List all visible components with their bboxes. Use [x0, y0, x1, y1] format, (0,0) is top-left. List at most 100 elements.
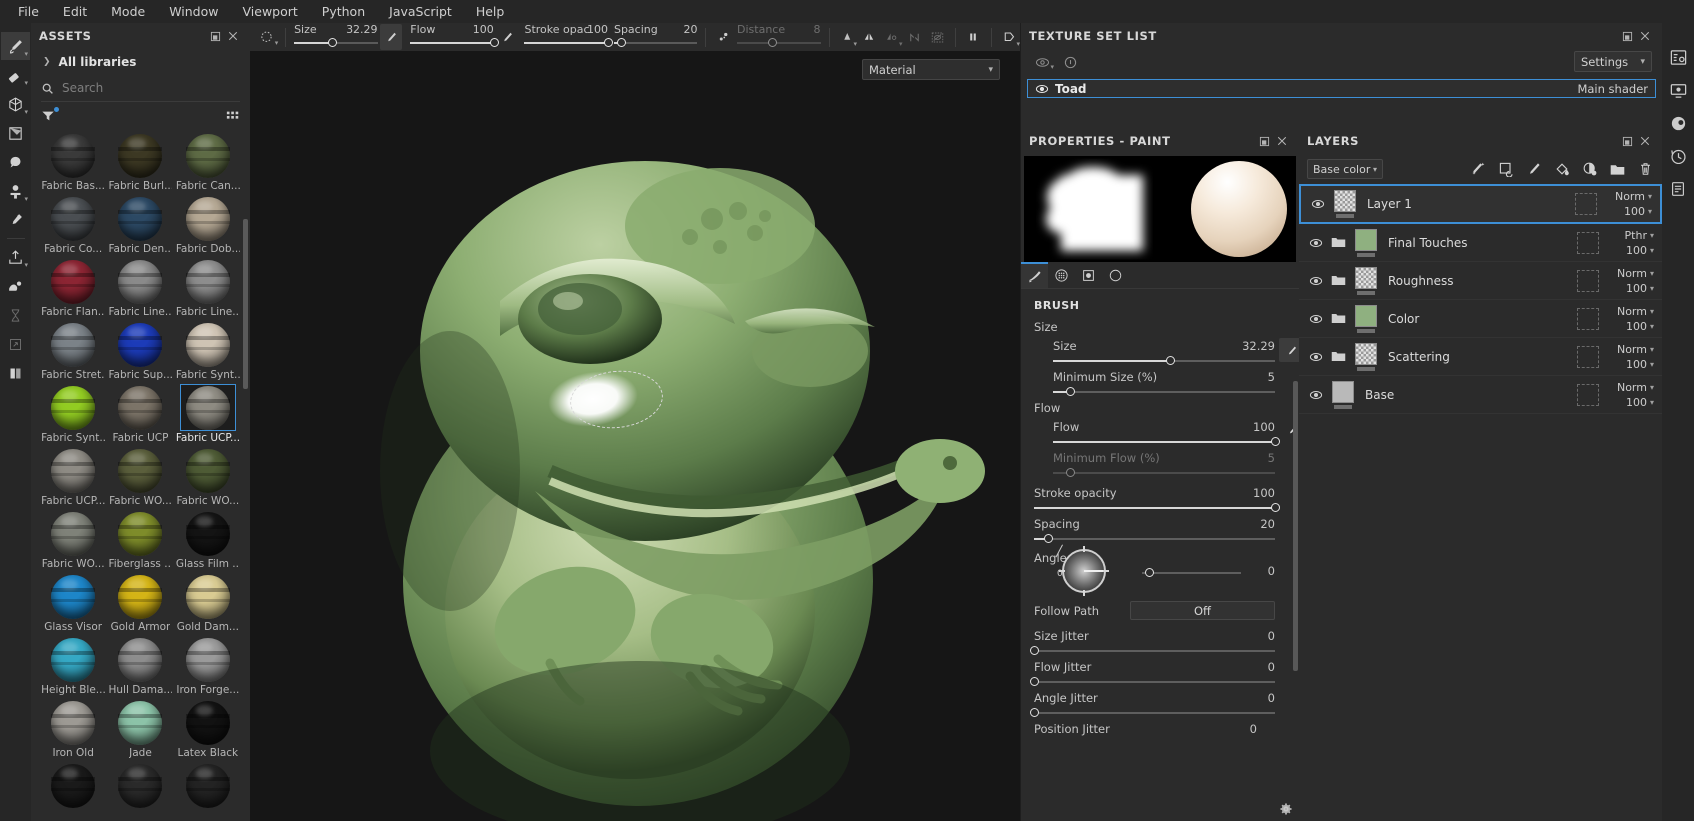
asset-item[interactable]: Hull Dama... — [108, 636, 172, 697]
viewport-3d[interactable]: Material ▾ — [250, 51, 1020, 821]
menu-item-python[interactable]: Python — [310, 1, 377, 22]
angle-dial[interactable]: 0 — [1055, 544, 1109, 596]
asset-item[interactable]: Fabric Line... — [176, 258, 240, 319]
add-adjustment-button[interactable] — [1581, 160, 1598, 178]
prop-minimum-flow-row[interactable]: Minimum Flow (%) 5 — [1021, 448, 1297, 479]
prop-flow-row[interactable]: Flow 100 — [1021, 417, 1298, 448]
clone-tool[interactable]: ▾ — [1, 177, 30, 205]
layer-blend-mode[interactable]: Norm ▾ — [1617, 305, 1654, 318]
maximize-icon[interactable] — [1255, 132, 1273, 150]
display-settings-button[interactable] — [1664, 78, 1692, 102]
layer-mask-slot[interactable] — [1577, 307, 1599, 330]
texture-set-settings-dropdown[interactable]: Settings ▾ — [1574, 51, 1652, 72]
toolbar-size-slider[interactable]: Size 32.29 — [292, 23, 379, 51]
timer-tool[interactable] — [1, 301, 30, 329]
prop-minimum-size-row[interactable]: Minimum Size (%) 5 — [1021, 367, 1297, 398]
gear-icon[interactable] — [1279, 802, 1293, 819]
tab-alpha[interactable] — [1102, 262, 1129, 288]
asset-item[interactable]: Gold Dam... — [176, 573, 240, 634]
menu-item-window[interactable]: Window — [157, 1, 230, 22]
layer-blend-mode[interactable]: Norm ▾ — [1615, 190, 1652, 203]
uv-projection-button[interactable] — [904, 24, 927, 50]
filter-icon[interactable] — [41, 107, 59, 123]
add-effect-button[interactable] — [1469, 160, 1486, 178]
layer-visibility-toggle[interactable] — [1309, 276, 1323, 286]
follow-path-toggle[interactable]: Off — [1130, 601, 1275, 620]
maximize-icon[interactable] — [1618, 27, 1636, 45]
prop-follow-path-row[interactable]: Follow Path Off — [1021, 595, 1297, 626]
properties-scroll-area[interactable]: BRUSH Size Size 32.29 Minimum Size (%) 5… — [1021, 289, 1299, 821]
toolbar-spacing-slider[interactable]: Spacing 20 — [612, 23, 699, 51]
layer-blend-mode[interactable]: Pthr ▾ — [1625, 229, 1654, 242]
asset-item[interactable]: Fiberglass ... — [108, 510, 172, 571]
menu-item-file[interactable]: File — [6, 1, 51, 22]
log-button[interactable] — [1664, 177, 1692, 201]
layer-row[interactable]: Base Norm ▾ 100 ▾ — [1299, 376, 1662, 414]
eye-icon[interactable] — [1035, 84, 1049, 94]
properties-scrollbar[interactable] — [1293, 381, 1298, 671]
toolbar-stroke-opacity-slider[interactable]: Stroke opac 100 — [522, 23, 613, 51]
layer-opacity[interactable]: 100 ▾ — [1624, 205, 1652, 218]
scatter-dots-button[interactable] — [712, 24, 735, 50]
menu-item-edit[interactable]: Edit — [51, 1, 99, 22]
layer-row[interactable]: Color Norm ▾ 100 ▾ — [1299, 300, 1662, 338]
asset-item[interactable]: Fabric Co... — [41, 195, 105, 256]
layer-thumbnail[interactable] — [1353, 304, 1379, 333]
close-icon[interactable] — [224, 27, 242, 45]
material-mode-dropdown[interactable]: Material ▾ — [862, 59, 1000, 80]
shader-settings-button[interactable] — [1664, 111, 1692, 135]
layer-blend-mode[interactable]: Norm ▾ — [1617, 381, 1654, 394]
flow-pen-pressure-button[interactable] — [496, 24, 519, 50]
layer-blend-mode[interactable]: Norm ▾ — [1617, 267, 1654, 280]
close-icon[interactable] — [1273, 132, 1291, 150]
color-picker-tool[interactable] — [1, 206, 30, 234]
asset-item[interactable]: Latex Black — [176, 699, 240, 760]
close-icon[interactable] — [1636, 132, 1654, 150]
layer-row[interactable]: Final Touches Pthr ▾ 100 ▾ — [1299, 224, 1662, 262]
layer-mask-slot[interactable] — [1575, 193, 1597, 215]
close-icon[interactable] — [1636, 27, 1654, 45]
asset-item[interactable]: Fabric Flan... — [41, 258, 105, 319]
layer-visibility-toggle[interactable] — [1311, 199, 1325, 209]
prop-size-row[interactable]: Size 32.29 — [1021, 336, 1299, 367]
symmetry-button[interactable] — [858, 24, 881, 50]
texture-set-settings-button[interactable] — [1664, 45, 1692, 69]
folder-icon[interactable] — [1330, 236, 1346, 249]
prop-angle-row[interactable]: 0 0 — [1021, 544, 1297, 596]
layer-thumbnail[interactable] — [1332, 190, 1358, 218]
asset-item[interactable]: Gold Armor — [108, 573, 172, 634]
delete-layer-button[interactable] — [1637, 160, 1654, 178]
add-mask-button[interactable] — [1497, 160, 1514, 178]
paint-brush-tool[interactable]: ▾ — [1, 32, 30, 60]
prop-stroke-opacity-row[interactable]: Stroke opacity 100 — [1021, 483, 1297, 514]
history-button[interactable] — [1664, 144, 1692, 168]
maximize-icon[interactable] — [206, 27, 224, 45]
asset-item[interactable]: Fabric Bas... — [41, 132, 105, 193]
add-folder-button[interactable] — [1609, 160, 1626, 178]
channel-dropdown[interactable]: Base color ▾ — [1307, 159, 1383, 179]
projection-tool[interactable]: ▾ — [1, 90, 30, 118]
export-tool[interactable]: ▾ — [1, 243, 30, 271]
size-pen-pressure-button[interactable] — [379, 24, 403, 50]
menu-item-mode[interactable]: Mode — [99, 1, 157, 22]
prop-spacing-row[interactable]: Spacing 20 — [1021, 514, 1297, 545]
prop-flow-jitter-row[interactable]: Flow Jitter 0 — [1021, 657, 1297, 688]
layer-mask-slot[interactable] — [1577, 269, 1599, 292]
layer-visibility-toggle[interactable] — [1309, 352, 1323, 362]
asset-item[interactable] — [41, 762, 105, 809]
layer-visibility-toggle[interactable] — [1309, 390, 1323, 400]
layer-blend-mode[interactable]: Norm ▾ — [1617, 343, 1654, 356]
prop-size-jitter-row[interactable]: Size Jitter 0 — [1021, 626, 1297, 657]
asset-item[interactable]: Fabric Line... — [108, 258, 172, 319]
add-fill-layer-button[interactable] — [1553, 160, 1570, 178]
resize-tool[interactable] — [1, 330, 30, 358]
layer-row[interactable]: Scattering Norm ▾ 100 ▾ — [1299, 338, 1662, 376]
asset-item[interactable]: Fabric Synt... — [41, 384, 105, 445]
layer-thumbnail[interactable] — [1353, 228, 1379, 257]
asset-item[interactable] — [176, 762, 240, 809]
asset-item[interactable]: Fabric UCP... — [41, 447, 105, 508]
asset-item[interactable]: Fabric UCP — [108, 384, 172, 445]
layer-row[interactable]: Roughness Norm ▾ 100 ▾ — [1299, 262, 1662, 300]
search-input[interactable] — [62, 81, 240, 95]
layer-thumbnail[interactable] — [1353, 266, 1379, 295]
